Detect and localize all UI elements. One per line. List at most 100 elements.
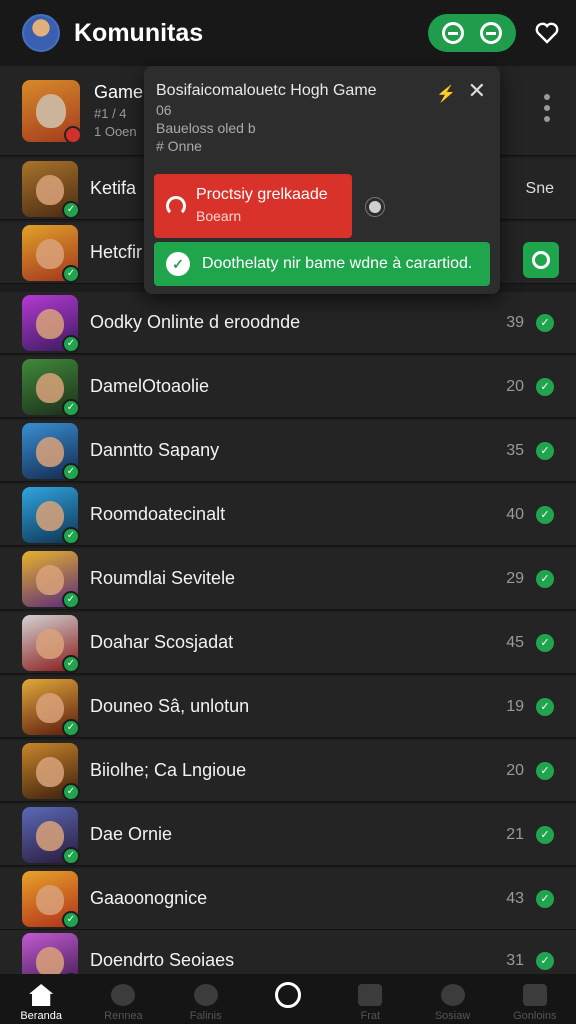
page-title: Komunitas bbox=[74, 18, 204, 47]
community-count: 45 bbox=[506, 633, 524, 651]
verified-icon: ✓ bbox=[536, 697, 554, 716]
check-icon: ✓ bbox=[62, 334, 80, 353]
alert-button[interactable]: Proctsiy grelkaade Boearn bbox=[154, 174, 352, 238]
nav-item-beranda[interactable]: Beranda bbox=[0, 974, 82, 1024]
community-name: Danntto Sapany bbox=[90, 440, 220, 460]
community-count: 39 bbox=[506, 313, 524, 331]
headset-icon bbox=[166, 196, 186, 216]
community-thumbnail: ✓ bbox=[22, 224, 80, 283]
chat-icon[interactable] bbox=[442, 22, 464, 44]
check-circle-icon bbox=[532, 251, 550, 269]
list-item[interactable]: ✓ Gaaoonognice 43 ✓ bbox=[0, 868, 576, 930]
list-item[interactable]: ✓ Dae Ornie 21 ✓ bbox=[0, 804, 576, 866]
community-thumbnail: ✓ bbox=[22, 806, 80, 865]
check-icon: ✓ bbox=[62, 718, 80, 737]
profile-avatar[interactable] bbox=[22, 14, 60, 52]
center-circle-icon bbox=[274, 982, 301, 1008]
check-icon: ✓ bbox=[62, 654, 80, 673]
nav-label: Sosiaw bbox=[434, 1010, 471, 1022]
nav-label: Frat bbox=[360, 1010, 381, 1022]
alert-sublabel: Boearn bbox=[196, 208, 242, 224]
community-count: 19 bbox=[506, 697, 524, 715]
community-name: Doendrto Seoiaes bbox=[90, 950, 235, 970]
verified-icon: ✓ bbox=[536, 825, 554, 844]
list-item[interactable]: ✓ Roumdlai Sevitele 29 ✓ bbox=[0, 548, 576, 610]
community-name: Oodky Onlinte d eroodnde bbox=[90, 312, 301, 332]
check-icon: ✓ bbox=[62, 462, 80, 481]
community-count: 29 bbox=[506, 569, 524, 587]
check-icon: ✓ bbox=[62, 590, 80, 609]
close-icon[interactable]: ✕ bbox=[468, 80, 486, 102]
community-meta: 1 Ooen bbox=[94, 124, 137, 139]
community-thumbnail: ✓ bbox=[22, 870, 80, 929]
nav-label: Falinis bbox=[189, 1010, 222, 1022]
community-count: 20 bbox=[506, 761, 524, 779]
popup-line: 06 bbox=[156, 102, 172, 118]
check-icon: ✓ bbox=[62, 782, 80, 801]
community-count: Sne bbox=[525, 179, 554, 197]
community-count: 43 bbox=[506, 889, 524, 907]
community-thumbnail: ✓ bbox=[22, 422, 80, 481]
top-bar: Komunitas bbox=[0, 0, 576, 66]
check-icon: ✓ bbox=[62, 910, 80, 929]
nav-item-chat[interactable]: Falinis bbox=[165, 974, 247, 1024]
popup-line: Baueloss oled b bbox=[156, 120, 256, 136]
community-count: 35 bbox=[506, 441, 524, 459]
community-title: Game bbox=[94, 82, 144, 102]
join-button[interactable] bbox=[523, 242, 559, 278]
verified-icon: ✓ bbox=[536, 889, 554, 908]
community-name: Doahar Scosjadat bbox=[90, 632, 234, 652]
nav-label: Beranda bbox=[20, 1010, 62, 1022]
list-item[interactable]: ✓ Douneo Sâ, unlotun 19 ✓ bbox=[0, 676, 576, 738]
community-name: DamelOtoaolie bbox=[90, 376, 210, 396]
community-thumbnail: ✓ bbox=[22, 294, 80, 353]
check-icon: ✓ bbox=[62, 200, 80, 219]
community-name: Biiolhe; Ca Lngioue bbox=[90, 760, 247, 780]
status-badge bbox=[64, 125, 82, 144]
minus-circle-icon[interactable] bbox=[480, 22, 502, 44]
game-icon bbox=[440, 984, 465, 1006]
status-icon[interactable] bbox=[365, 197, 385, 217]
community-count: 31 bbox=[506, 951, 524, 969]
check-icon: ✓ bbox=[62, 264, 80, 283]
list-item[interactable]: ✓ Oodky Onlinte d eroodnde 39 ✓ bbox=[0, 292, 576, 354]
chat-icon bbox=[193, 984, 218, 1006]
confirm-text: Doothelaty nir bame wdne à carartiod. bbox=[202, 255, 473, 272]
community-thumbnail: ✓ bbox=[22, 550, 80, 609]
nav-item-search[interactable]: Rennea bbox=[82, 974, 164, 1024]
heart-icon[interactable] bbox=[534, 20, 560, 46]
community-thumbnail: ✓ bbox=[22, 486, 80, 545]
verified-icon: ✓ bbox=[536, 761, 554, 780]
nav-item-profile[interactable]: Gonloins bbox=[494, 974, 576, 1024]
community-name: Dae Ornie bbox=[90, 824, 173, 844]
more-options-icon[interactable] bbox=[544, 94, 550, 127]
verified-icon: ✓ bbox=[536, 633, 554, 652]
check-icon: ✓ bbox=[62, 398, 80, 417]
nav-item-social[interactable]: Sosiaw bbox=[411, 974, 493, 1024]
confirm-banner[interactable]: ✓ Doothelaty nir bame wdne à carartiod. bbox=[154, 242, 490, 286]
verified-icon: ✓ bbox=[536, 441, 554, 460]
list-item[interactable]: ✓ Biiolhe; Ca Lngioue 20 ✓ bbox=[0, 740, 576, 802]
community-count: 21 bbox=[506, 825, 524, 843]
nav-item-stats[interactable]: Frat bbox=[329, 974, 411, 1024]
community-name: Roomdoatecinalt bbox=[90, 504, 226, 524]
community-thumbnail: ✓ bbox=[22, 678, 80, 737]
nav-item-center[interactable] bbox=[247, 974, 329, 1024]
list-item[interactable]: ✓ Doahar Scosjadat 45 ✓ bbox=[0, 612, 576, 674]
nav-label: Rennea bbox=[104, 1010, 143, 1022]
community-subtitle: #1 / 4 bbox=[94, 106, 127, 121]
check-icon: ✓ bbox=[62, 526, 80, 545]
notification-popup: Bosifaicomalouetc Hogh Game 06 Baueloss … bbox=[144, 66, 500, 294]
nav-label: Gonloins bbox=[513, 1010, 557, 1022]
pin-icon[interactable]: ⚡ bbox=[436, 84, 456, 104]
chart-icon bbox=[358, 984, 383, 1006]
verified-icon: ✓ bbox=[536, 569, 554, 588]
list-item[interactable]: ✓ DamelOtoaolie 20 ✓ bbox=[0, 356, 576, 418]
list-item[interactable]: ✓ Danntto Sapany 35 ✓ bbox=[0, 420, 576, 482]
verified-icon: ✓ bbox=[536, 377, 554, 396]
action-pill[interactable] bbox=[428, 14, 516, 52]
community-thumbnail: ✓ bbox=[22, 742, 80, 801]
bottom-nav: Beranda Rennea Falinis Frat Sosiaw Gonlo… bbox=[0, 974, 576, 1024]
list-item[interactable]: ✓ Roomdoatecinalt 40 ✓ bbox=[0, 484, 576, 546]
popup-line: # Onne bbox=[156, 138, 202, 154]
